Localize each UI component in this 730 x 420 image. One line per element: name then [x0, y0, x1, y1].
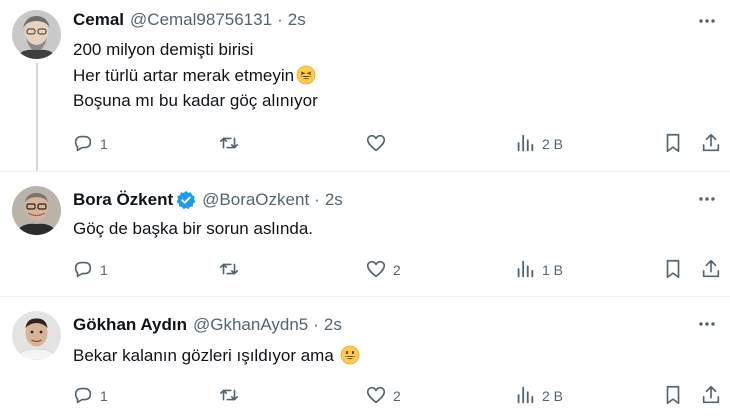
display-name[interactable]: Gökhan Aydın: [73, 315, 187, 335]
like-button[interactable]: 2: [365, 258, 401, 282]
bookmark-button[interactable]: [662, 384, 684, 408]
retweet-icon: [218, 132, 240, 157]
timestamp[interactable]: 2s: [325, 190, 343, 210]
tweet-header: Gökhan Aydın @GkhanAydn5 · 2s: [73, 313, 342, 337]
share-icon: [700, 132, 722, 157]
separator: ·: [277, 10, 283, 29]
share-icon: [700, 258, 722, 283]
heart-icon: [365, 384, 387, 409]
share-button[interactable]: [700, 258, 722, 282]
retweet-icon: [218, 384, 240, 409]
tweet-gokhan[interactable]: Gökhan Aydın @GkhanAydn5 · 2s Bekar kala…: [0, 296, 730, 420]
tweet-text: Bekar kalanın gözleri ışıldıyor ama: [73, 343, 360, 369]
separator: ·: [313, 315, 319, 334]
action-bar: 1 2 1 B: [70, 258, 720, 282]
reply-count: 1: [100, 262, 108, 278]
action-bar: 1 2 B: [70, 132, 720, 156]
user-handle[interactable]: @BoraOzkent: [202, 190, 309, 210]
views-button[interactable]: 2 B: [514, 132, 563, 156]
retweet-icon: [218, 258, 240, 283]
display-name[interactable]: Bora Özkent: [73, 190, 173, 210]
more-dots-icon[interactable]: [696, 313, 718, 335]
timestamp[interactable]: 2s: [324, 315, 342, 335]
tweet-bora[interactable]: Bora Özkent @BoraOzkent · 2s Göç de başk…: [0, 171, 730, 296]
reply-icon: [72, 132, 94, 157]
share-button[interactable]: [700, 384, 722, 408]
display-name[interactable]: Cemal: [73, 10, 124, 30]
bookmark-icon: [662, 384, 684, 409]
tweet-header: Cemal @Cemal98756131 · 2s: [73, 8, 306, 32]
like-count: 2: [393, 262, 401, 278]
like-count: 2: [393, 388, 401, 404]
reply-button[interactable]: 1: [72, 258, 108, 282]
tweet-text: 200 milyon demişti birisi Her türlü arta…: [73, 37, 318, 114]
heart-icon: [365, 132, 387, 157]
reply-button[interactable]: 1: [72, 384, 108, 408]
views-count: 2 B: [542, 388, 564, 404]
thread-line: [36, 63, 38, 171]
views-chart-icon: [514, 132, 536, 157]
tweet-text-line: Boşuna mı bu kadar göç alınıyor: [73, 91, 318, 110]
avatar-gokhan[interactable]: [12, 311, 61, 360]
bookmark-icon: [662, 258, 684, 283]
tweet-text-line: Her türlü artar merak etmeyin: [73, 65, 295, 85]
tweet-cemal[interactable]: Cemal @Cemal98756131 · 2s 200 milyon dem…: [0, 0, 730, 171]
heart-icon: [365, 258, 387, 283]
share-button[interactable]: [700, 132, 722, 156]
bookmark-button[interactable]: [662, 258, 684, 282]
avatar-cemal[interactable]: [12, 10, 61, 59]
views-count: 1 B: [542, 262, 564, 278]
like-button[interactable]: 2: [365, 384, 401, 408]
tweet-text-line: Bekar kalanın gözleri ışıldıyor ama: [73, 346, 334, 365]
verified-badge-icon: [176, 190, 196, 210]
tweet-text-line: Göç de başka bir sorun aslında.: [73, 219, 314, 238]
views-chart-icon: [514, 258, 536, 283]
views-button[interactable]: 1 B: [514, 258, 563, 282]
views-button[interactable]: 2 B: [514, 384, 563, 408]
timestamp[interactable]: 2s: [288, 10, 306, 30]
separator: ·: [314, 190, 320, 209]
user-handle[interactable]: @GkhanAydn5: [193, 315, 308, 335]
share-icon: [700, 384, 722, 409]
views-count: 2 B: [542, 136, 564, 152]
more-dots-icon[interactable]: [696, 10, 718, 32]
tweet-text-line: 200 milyon demişti birisi: [73, 40, 254, 59]
retweet-button[interactable]: [218, 132, 246, 156]
bookmark-icon: [662, 132, 684, 157]
views-chart-icon: [514, 384, 536, 409]
reply-button[interactable]: 1: [72, 132, 108, 156]
bookmark-button[interactable]: [662, 132, 684, 156]
reply-count: 1: [100, 136, 108, 152]
reply-count: 1: [100, 388, 108, 404]
reply-icon: [72, 384, 94, 409]
action-bar: 1 2 2 B: [70, 384, 720, 408]
reply-icon: [72, 258, 94, 283]
more-dots-icon[interactable]: [696, 188, 718, 210]
grinning-emoji-icon: [340, 345, 360, 365]
avatar-bora[interactable]: [12, 186, 61, 235]
tweet-text: Göç de başka bir sorun aslında.: [73, 216, 313, 242]
retweet-button[interactable]: [218, 258, 246, 282]
user-handle[interactable]: @Cemal98756131: [130, 10, 272, 30]
tweet-header: Bora Özkent @BoraOzkent · 2s: [73, 188, 343, 212]
grinning-squinting-emoji-icon: [296, 65, 316, 85]
like-button[interactable]: [365, 132, 393, 156]
retweet-button[interactable]: [218, 384, 246, 408]
